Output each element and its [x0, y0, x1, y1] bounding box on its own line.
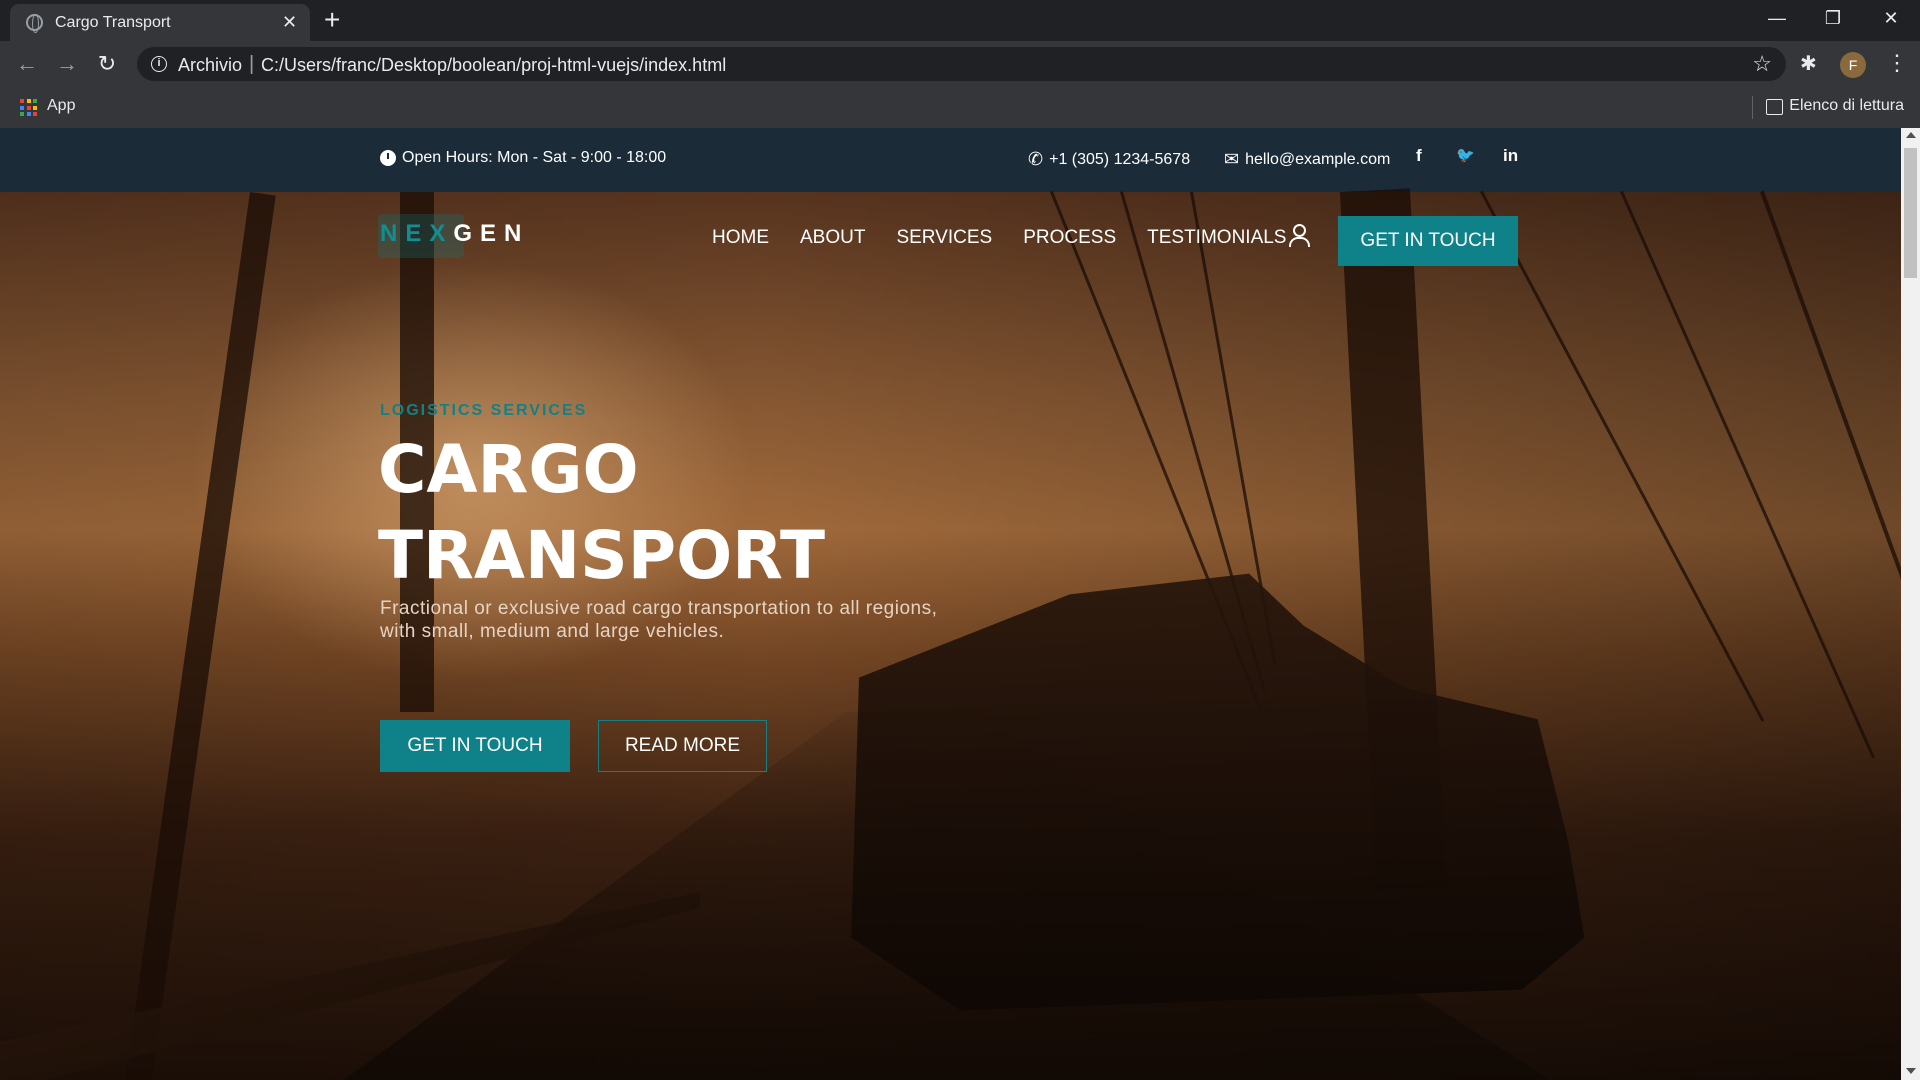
nav-menu: HOME ABOUT SERVICES PROCESS TESTIMONIALS: [712, 227, 1286, 249]
nav-get-in-touch-button[interactable]: GET IN TOUCH: [1338, 216, 1518, 266]
open-hours: Open Hours: Mon - Sat - 9:00 - 18:00: [380, 149, 666, 167]
browser-toolbar: ← → ↻ i Archivio | C:/Users/franc/Deskto…: [0, 41, 1920, 87]
hero-kicker: LOGISTICS SERVICES: [380, 402, 588, 419]
nav-item-services[interactable]: SERVICES: [896, 227, 992, 249]
browser-menu-icon[interactable]: ⋮: [1886, 49, 1908, 77]
linkedin-icon[interactable]: in: [1503, 146, 1518, 166]
nav-item-testimonials[interactable]: TESTIMONIALS: [1147, 227, 1286, 249]
open-hours-text: Open Hours: Mon - Sat - 9:00 - 18:00: [402, 149, 667, 166]
nav-item-about[interactable]: ABOUT: [800, 227, 865, 249]
reading-list-icon[interactable]: [1766, 99, 1783, 115]
mail-icon: ✉: [1224, 149, 1240, 169]
scheme-label: Archivio: [178, 55, 243, 75]
browser-tab[interactable]: Cargo Transport ✕: [10, 4, 310, 41]
twitter-icon[interactable]: 🐦: [1456, 146, 1475, 164]
bookmarks-bar: App Elenco di lettura: [0, 87, 1920, 128]
site-info-icon[interactable]: i: [151, 56, 167, 72]
info-topbar: Open Hours: Mon - Sat - 9:00 - 18:00 ✆ +…: [0, 128, 1901, 192]
hero-title-line1: CARGO: [378, 431, 639, 508]
bridge-pillar-left: [124, 192, 276, 1080]
logo-part-gen: GEN: [453, 220, 530, 247]
window-close-button[interactable]: ✕: [1866, 4, 1916, 32]
email-contact[interactable]: ✉ hello@example.com: [1224, 149, 1390, 170]
phone-contact[interactable]: ✆ +1 (305) 1234-5678: [1028, 149, 1190, 170]
apps-grid-icon[interactable]: [20, 99, 37, 116]
hero-title: CARGO TRANSPORT: [378, 427, 825, 599]
apps-bookmark[interactable]: App: [47, 97, 75, 115]
hero-read-more-button[interactable]: READ MORE: [598, 720, 767, 772]
logo-part-nex: NEX: [380, 220, 454, 247]
site-logo[interactable]: NEXGEN: [380, 220, 529, 248]
bookmark-star-icon[interactable]: ☆: [1752, 51, 1772, 77]
main-navbar: NEXGEN HOME ABOUT SERVICES PROCESS TESTI…: [0, 192, 1901, 292]
user-icon[interactable]: [1289, 224, 1310, 247]
scrollbar-thumb[interactable]: [1904, 148, 1917, 278]
scroll-up-arrow-icon[interactable]: [1906, 132, 1916, 138]
minimize-button[interactable]: —: [1752, 4, 1802, 32]
hero-title-line2: TRANSPORT: [378, 517, 826, 594]
email-text: hello@example.com: [1245, 150, 1391, 168]
globe-icon: [26, 14, 43, 33]
hero-section: NEXGEN HOME ABOUT SERVICES PROCESS TESTI…: [0, 188, 1901, 1080]
reload-button[interactable]: ↻: [93, 50, 121, 78]
forward-button[interactable]: →: [53, 50, 81, 78]
reading-list-button[interactable]: Elenco di lettura: [1789, 97, 1904, 115]
address-bar[interactable]: i Archivio | C:/Users/franc/Desktop/bool…: [137, 47, 1786, 81]
profile-avatar[interactable]: F: [1840, 52, 1866, 78]
clock-icon: [380, 150, 396, 166]
hero-subtitle: Fractional or exclusive road cargo trans…: [380, 598, 938, 642]
page-scrollbar[interactable]: [1901, 128, 1920, 1080]
extensions-icon[interactable]: ✱: [1800, 51, 1817, 76]
nav-item-process[interactable]: PROCESS: [1023, 227, 1116, 249]
tab-close-icon[interactable]: ✕: [282, 11, 297, 33]
web-page: Open Hours: Mon - Sat - 9:00 - 18:00 ✆ +…: [0, 128, 1901, 1080]
new-tab-button[interactable]: +: [324, 4, 340, 36]
back-button[interactable]: ←: [13, 50, 41, 78]
url-text[interactable]: C:/Users/franc/Desktop/boolean/proj-html…: [261, 55, 726, 76]
browser-chrome: Cargo Transport ✕ + — ❐ ✕ ← → ↻ i Archiv…: [0, 0, 1920, 128]
tab-title: Cargo Transport: [55, 14, 171, 31]
bookmarks-divider: [1752, 96, 1753, 119]
facebook-icon[interactable]: f: [1416, 146, 1422, 166]
hero-get-in-touch-button[interactable]: GET IN TOUCH: [380, 720, 570, 772]
scroll-down-arrow-icon[interactable]: [1906, 1068, 1916, 1074]
restore-button[interactable]: ❐: [1808, 4, 1858, 32]
nav-item-home[interactable]: HOME: [712, 227, 769, 249]
phone-text: +1 (305) 1234-5678: [1049, 150, 1191, 168]
tab-strip: Cargo Transport ✕ + — ❐ ✕: [0, 0, 1920, 41]
address-separator: |: [249, 53, 255, 75]
phone-icon: ✆: [1028, 149, 1044, 169]
